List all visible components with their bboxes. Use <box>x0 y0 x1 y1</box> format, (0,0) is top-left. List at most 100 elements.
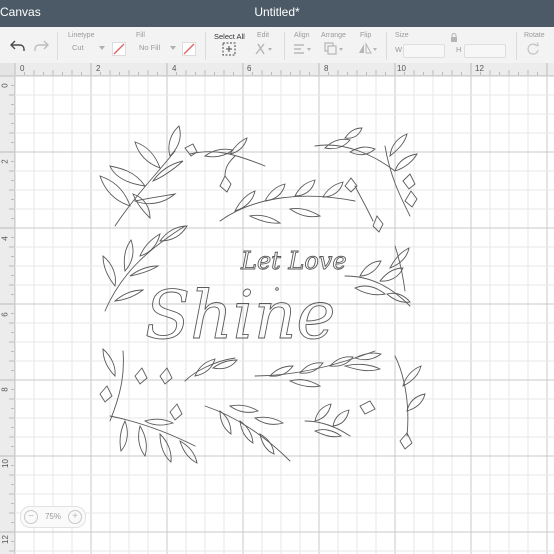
linetype-color-swatch[interactable] <box>112 42 126 56</box>
linetype-label: Linetype <box>68 32 95 39</box>
artwork-text-line1: Let Love <box>240 247 347 275</box>
flower-bud <box>99 385 113 403</box>
arrange-icon[interactable] <box>324 42 346 56</box>
leaf <box>288 379 322 388</box>
edit-icon[interactable] <box>254 42 274 56</box>
toolbar: Linetype Cut Fill No Fill Select All Edi… <box>0 27 554 64</box>
fill-color-swatch[interactable] <box>182 42 196 56</box>
leaf <box>386 292 411 303</box>
ruler-top-label: 4 <box>172 64 177 73</box>
ruler-left-label: 10 <box>0 459 10 468</box>
toolbar-divider <box>57 32 58 60</box>
ruler-top-label: 10 <box>397 64 406 73</box>
flower-bud <box>344 177 358 193</box>
select-all-icon[interactable] <box>222 42 236 56</box>
toolbar-divider <box>284 32 285 60</box>
height-label: H <box>456 45 462 54</box>
leaf <box>294 179 316 197</box>
stem <box>109 350 124 422</box>
leaf <box>322 181 344 198</box>
design-canvas[interactable]: Let Love Shine <box>15 76 554 554</box>
leaf <box>248 214 282 224</box>
leaf <box>406 393 426 412</box>
toolbar-divider <box>205 32 206 60</box>
leaf <box>253 416 285 425</box>
chevron-down-icon[interactable] <box>99 46 105 51</box>
artwork-text-line2: Shine <box>145 277 335 354</box>
leaf <box>133 193 177 205</box>
leaf <box>349 146 376 156</box>
select-all-label[interactable]: Select All <box>214 32 245 41</box>
document-title: Untitled* <box>254 5 300 19</box>
ruler-left-label: 8 <box>0 387 10 392</box>
undo-icon[interactable] <box>10 38 26 52</box>
ruler-left-label: 4 <box>0 236 10 241</box>
ruler-left: 0 2 4 6 8 10 12 <box>0 75 15 554</box>
width-label: W <box>395 45 403 54</box>
leaf <box>113 289 145 302</box>
rotate-label: Rotate <box>524 32 545 39</box>
align-icon[interactable] <box>293 43 313 55</box>
align-label: Align <box>294 32 310 39</box>
leaf <box>402 365 422 387</box>
leaf <box>269 365 294 377</box>
stem <box>109 415 196 447</box>
ruler-top-label: 0 <box>20 64 25 73</box>
flower-bud <box>402 173 416 190</box>
leaf <box>343 363 382 372</box>
flower-bud <box>372 215 384 233</box>
leaf <box>119 419 128 452</box>
flower-bud <box>219 175 232 193</box>
leaf <box>239 420 254 444</box>
stem <box>394 355 409 437</box>
ruler-top-label: 2 <box>96 64 101 73</box>
leaf <box>313 429 343 438</box>
leaf <box>379 267 404 282</box>
leaf <box>264 183 286 202</box>
leaf <box>123 239 134 273</box>
leaf <box>102 347 116 377</box>
artwork-group[interactable]: Let Love Shine <box>15 76 554 554</box>
leaf <box>179 440 198 464</box>
ruler-corner <box>0 63 14 75</box>
flower-bud <box>359 400 376 415</box>
chevron-down-icon[interactable] <box>170 46 176 51</box>
flower-bud <box>159 367 173 385</box>
leaf <box>109 165 146 187</box>
fill-select[interactable]: No Fill <box>139 43 160 52</box>
rotate-icon[interactable] <box>526 42 540 56</box>
lock-icon[interactable] <box>450 33 458 43</box>
ruler-top-label: 12 <box>475 64 484 73</box>
leaf-branch <box>114 150 176 227</box>
leaf <box>228 404 260 413</box>
flower-bud <box>399 432 413 450</box>
leaf <box>211 359 238 370</box>
leaf <box>332 409 350 427</box>
leaf <box>394 153 418 172</box>
ruler-top-label: 8 <box>324 64 329 73</box>
height-input[interactable] <box>464 44 506 58</box>
stem <box>304 420 351 437</box>
ruler-left-label: 0 <box>0 83 10 88</box>
leaf <box>134 141 161 169</box>
linetype-select[interactable]: Cut <box>72 43 84 52</box>
zoom-out-button[interactable]: − <box>24 510 38 524</box>
arrange-label: Arrange <box>321 32 346 39</box>
flower-bud <box>134 367 148 385</box>
flip-icon[interactable] <box>357 42 379 56</box>
leaf <box>389 133 408 158</box>
leaf <box>344 127 363 139</box>
ruler-top-label: 6 <box>247 64 252 73</box>
stem <box>354 185 374 222</box>
toolbar-divider <box>386 32 387 60</box>
size-label: Size <box>395 32 409 39</box>
leaf <box>203 148 235 158</box>
redo-icon[interactable] <box>33 38 49 52</box>
zoom-in-button[interactable]: + <box>68 510 82 524</box>
stem <box>384 145 411 217</box>
stem <box>224 155 236 177</box>
ruler-left-label: 6 <box>0 312 10 317</box>
leaf <box>389 247 410 269</box>
flower-bud <box>169 403 183 421</box>
width-input[interactable] <box>403 44 445 58</box>
